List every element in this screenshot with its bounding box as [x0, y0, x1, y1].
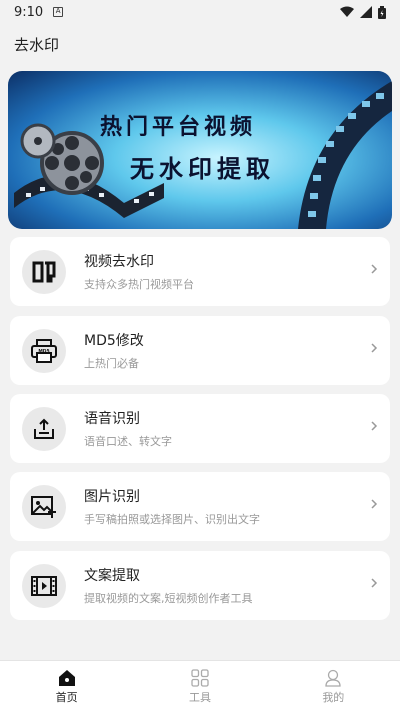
- bottom-nav: 首页 工具 我的: [0, 660, 400, 712]
- feature-card-image-ocr[interactable]: 图片识别 手写稿拍照或选择图片、识别出文字: [10, 472, 390, 541]
- notification-icon: A: [53, 7, 64, 17]
- feature-card-copy-extract[interactable]: 文案提取 提取视频的文案,短视频创作者工具: [10, 551, 390, 620]
- promo-banner[interactable]: 热门平台视频 无水印提取: [8, 71, 392, 229]
- image-text-icon: [31, 495, 56, 518]
- svg-text:MD5: MD5: [38, 348, 49, 354]
- feature-subtitle: 手写稿拍照或选择图片、识别出文字: [84, 513, 260, 526]
- film-strip-icon: [298, 81, 392, 229]
- status-bar: 9:10 A: [0, 0, 400, 24]
- chevron-right-icon: [371, 421, 378, 431]
- yin-stamp-icon: [32, 261, 56, 282]
- nav-label: 首页: [55, 690, 78, 704]
- chevron-right-icon: [371, 343, 378, 353]
- chevron-right-icon: [371, 499, 378, 509]
- md5-printer-icon: MD5: [31, 338, 57, 363]
- wifi-icon: [340, 6, 354, 17]
- nav-item-tools[interactable]: 工具: [133, 661, 266, 712]
- grid-icon: [191, 668, 209, 687]
- nav-item-home[interactable]: 首页: [0, 661, 133, 712]
- feature-title: 语音识别: [84, 411, 140, 427]
- feature-subtitle: 提取视频的文案,短视频创作者工具: [84, 592, 253, 605]
- person-icon: [325, 669, 341, 687]
- feature-card-speech[interactable]: 语音识别 语音口述、转文字: [10, 394, 390, 463]
- home-icon: [58, 669, 75, 686]
- film-icon: [31, 575, 57, 596]
- feature-title: 视频去水印: [84, 254, 154, 270]
- battery-icon: [378, 5, 386, 19]
- chevron-right-icon: [371, 264, 378, 274]
- banner-subheadline: 无水印提取: [130, 154, 275, 183]
- page-title: 去水印: [14, 35, 60, 54]
- feature-title: 文案提取: [84, 568, 140, 584]
- feature-subtitle: 上热门必备: [84, 357, 139, 370]
- nav-label: 我的: [322, 690, 345, 704]
- upload-tray-icon: [34, 418, 54, 439]
- signal-icon: [360, 6, 372, 18]
- chevron-right-icon: [371, 578, 378, 588]
- app-bar: 去水印: [0, 24, 400, 64]
- status-icons: [340, 5, 386, 19]
- status-time: 9:10: [14, 4, 44, 20]
- feature-card-md5[interactable]: MD5 MD5修改 上热门必备: [10, 316, 390, 385]
- feature-title: MD5修改: [84, 333, 144, 349]
- feature-subtitle: 支持众多热门视频平台: [84, 278, 194, 291]
- feature-subtitle: 语音口述、转文字: [84, 435, 172, 448]
- nav-item-profile[interactable]: 我的: [267, 661, 400, 712]
- feature-title: 图片识别: [84, 489, 140, 505]
- banner-headline: 热门平台视频: [100, 114, 257, 140]
- feature-card-video-watermark[interactable]: 视频去水印 支持众多热门视频平台: [10, 237, 390, 306]
- nav-label: 工具: [188, 690, 211, 704]
